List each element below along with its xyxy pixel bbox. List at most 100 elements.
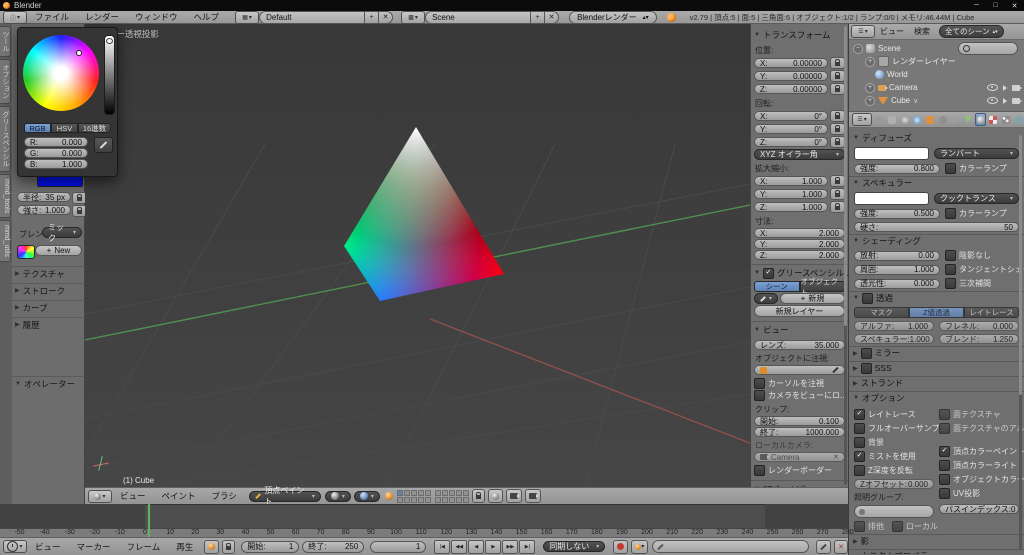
panel-operator[interactable]: ▼ オペレーター (12, 376, 85, 390)
panel-history[interactable]: ▶ 履歴 (12, 317, 85, 331)
diffuse-ramp-toggle[interactable]: カラーランプ (945, 163, 1019, 174)
gp-draw-mode-icon[interactable] (754, 293, 778, 304)
layer-cell[interactable] (410, 489, 417, 496)
tab-tools[interactable]: ツール (0, 26, 11, 57)
panel-custom-properties[interactable]: ▶カスタムプロパティ (849, 549, 1024, 554)
selectable-icon[interactable] (1003, 97, 1007, 104)
panel-diffuse[interactable]: ▼ ディフューズ (849, 131, 1024, 144)
alpha-field[interactable]: アルファ: 1.000 (854, 321, 934, 331)
eyedropper-button[interactable] (94, 137, 113, 153)
keying-set-selector[interactable]: ▾ (631, 539, 649, 554)
outliner-row-render-layers[interactable]: + レンダーレイヤー (849, 55, 1024, 68)
render-opengl-button[interactable] (505, 489, 522, 503)
diffuse-color-swatch[interactable] (854, 147, 929, 160)
layer-grid-2[interactable] (434, 489, 469, 503)
properties-editor-selector[interactable]: ☰ ▾ (852, 113, 872, 126)
layer-cell[interactable] (424, 489, 431, 496)
timeline-menu-view[interactable]: ビュー (27, 541, 69, 553)
timeline-menu-marker[interactable]: マーカー (69, 541, 119, 553)
tangent-toggle[interactable]: タンジェントシェー... (945, 264, 1024, 275)
rotation-mode-select[interactable]: XYZ オイラー角 (754, 149, 845, 160)
layer-cell[interactable] (441, 496, 448, 503)
panel-stroke[interactable]: ▶ ストローク (12, 283, 85, 297)
rotation-z-field[interactable]: Z: 0° (754, 137, 828, 147)
gp-new-button[interactable]: + 新規 (780, 293, 845, 304)
panel-specular[interactable]: ▼ スペキュラー (849, 176, 1024, 189)
vertex-painted-mesh[interactable] (209, 24, 654, 436)
collapse-icon[interactable]: + (865, 56, 875, 67)
tab-render[interactable] (874, 113, 885, 126)
layer-cell[interactable] (434, 489, 441, 496)
add-layout-button[interactable]: + (365, 10, 380, 24)
outliner-row-scene[interactable]: − Scene (849, 42, 1024, 55)
tab-object-data[interactable] (962, 113, 973, 126)
delete-keyframe-button[interactable]: ✕ (834, 539, 848, 554)
gp-scene-tab[interactable]: シーン (754, 281, 800, 292)
mirror-checkbox[interactable] (860, 347, 872, 359)
render-visibility-icon[interactable] (1012, 84, 1022, 91)
zoffset-field[interactable]: Zオフセット: 0.000 (854, 479, 934, 489)
light-group-field[interactable] (854, 505, 934, 518)
panel-shadow[interactable]: ▶ 影 (849, 534, 1024, 547)
current-frame-field[interactable]: 1 (370, 540, 427, 553)
transp-mask-tab[interactable]: マスク (854, 307, 909, 318)
add-scene-button[interactable]: + (531, 10, 546, 24)
tab-physics[interactable] (1013, 113, 1024, 126)
panel-transform[interactable]: ▼ トランスフォーム (751, 27, 848, 42)
outliner-row-cube[interactable]: + Cube ∨ (849, 94, 1024, 107)
diffuse-intensity-field[interactable]: 強度: 0.800 (854, 163, 940, 174)
pivot-point-select[interactable] (353, 490, 380, 502)
shadeless-toggle[interactable]: 陰影なし (945, 250, 1019, 261)
layer-cell[interactable] (396, 496, 403, 503)
panel-3d-cursor[interactable]: ▼3Dカーソル (751, 480, 848, 487)
tab-scene[interactable] (899, 113, 910, 126)
brush-radius-field[interactable]: 半径: 35 px (17, 192, 71, 202)
viewport-editor-selector[interactable]: ▾ (88, 489, 112, 503)
lens-field[interactable]: レンズ: 35.000 (754, 340, 845, 350)
render-border-checkbox[interactable] (754, 465, 765, 476)
render-visibility-icon[interactable] (1012, 97, 1022, 104)
checkbox[interactable] (945, 264, 956, 275)
lock-icon[interactable] (830, 110, 845, 122)
green-field[interactable]: G: 0.000 (24, 148, 88, 158)
menu-brush[interactable]: ブラシ (204, 490, 245, 502)
preview-range-button[interactable] (204, 539, 220, 554)
collapse-icon[interactable]: − (853, 43, 863, 54)
scene-selector-icon[interactable]: ▩ ▾ (401, 10, 426, 24)
panel-sss[interactable]: ▶ SSS (849, 361, 1024, 374)
frame-end-field[interactable]: 終了: 250 (302, 540, 365, 553)
mode-hsv-button[interactable]: HSV (51, 123, 78, 133)
selectable-icon[interactable] (1003, 84, 1007, 91)
dim-z-field[interactable]: Z: 2.000 (754, 250, 845, 260)
clip-end-field[interactable]: 終了: 1000.000 (754, 427, 845, 437)
brush-strength-field[interactable]: 強さ: 1.000 (17, 205, 71, 215)
layer-cell[interactable] (396, 489, 403, 496)
maximize-button[interactable]: □ (986, 2, 1005, 10)
checkbox[interactable] (945, 250, 956, 261)
opt-sky[interactable]: 背景 (854, 437, 934, 448)
emit-field[interactable]: 放射: 0.00 (854, 250, 940, 261)
checkbox[interactable] (892, 521, 903, 532)
specular-shader-select[interactable]: クックトランス (934, 193, 1019, 204)
layer-cell[interactable] (410, 496, 417, 503)
menu-view[interactable]: ビュー (112, 490, 154, 502)
checkbox[interactable] (945, 163, 956, 174)
outliner-row-world[interactable]: World (849, 68, 1024, 81)
panel-strand[interactable]: ▶ ストランド (849, 376, 1024, 389)
delete-layout-button[interactable]: ✕ (379, 10, 394, 24)
dim-x-field[interactable]: X: 2.000 (754, 228, 845, 238)
jump-to-start-button[interactable]: |◀ (434, 539, 451, 554)
location-x-field[interactable]: X: 0.00000 (754, 58, 828, 68)
play-reverse-button[interactable]: ◀ (468, 539, 485, 554)
diffuse-shader-select[interactable]: ランバート (934, 148, 1019, 159)
opt-invert-zdepth[interactable]: Z深度を反転 (854, 465, 934, 476)
collapse-icon[interactable]: + (865, 95, 875, 106)
outliner-menu-view[interactable]: ビュー (875, 26, 909, 37)
prev-keyframe-button[interactable]: ◀◀ (451, 539, 468, 554)
mode-select[interactable]: 頂点ペイント (248, 486, 321, 506)
npanel-scrollbar[interactable] (844, 26, 847, 485)
menu-paint[interactable]: ペイント (154, 490, 204, 502)
panel-curve[interactable]: ▶ カーブ (12, 300, 85, 314)
blue-field[interactable]: B: 1.000 (24, 159, 88, 169)
color-wheel[interactable] (23, 35, 99, 111)
